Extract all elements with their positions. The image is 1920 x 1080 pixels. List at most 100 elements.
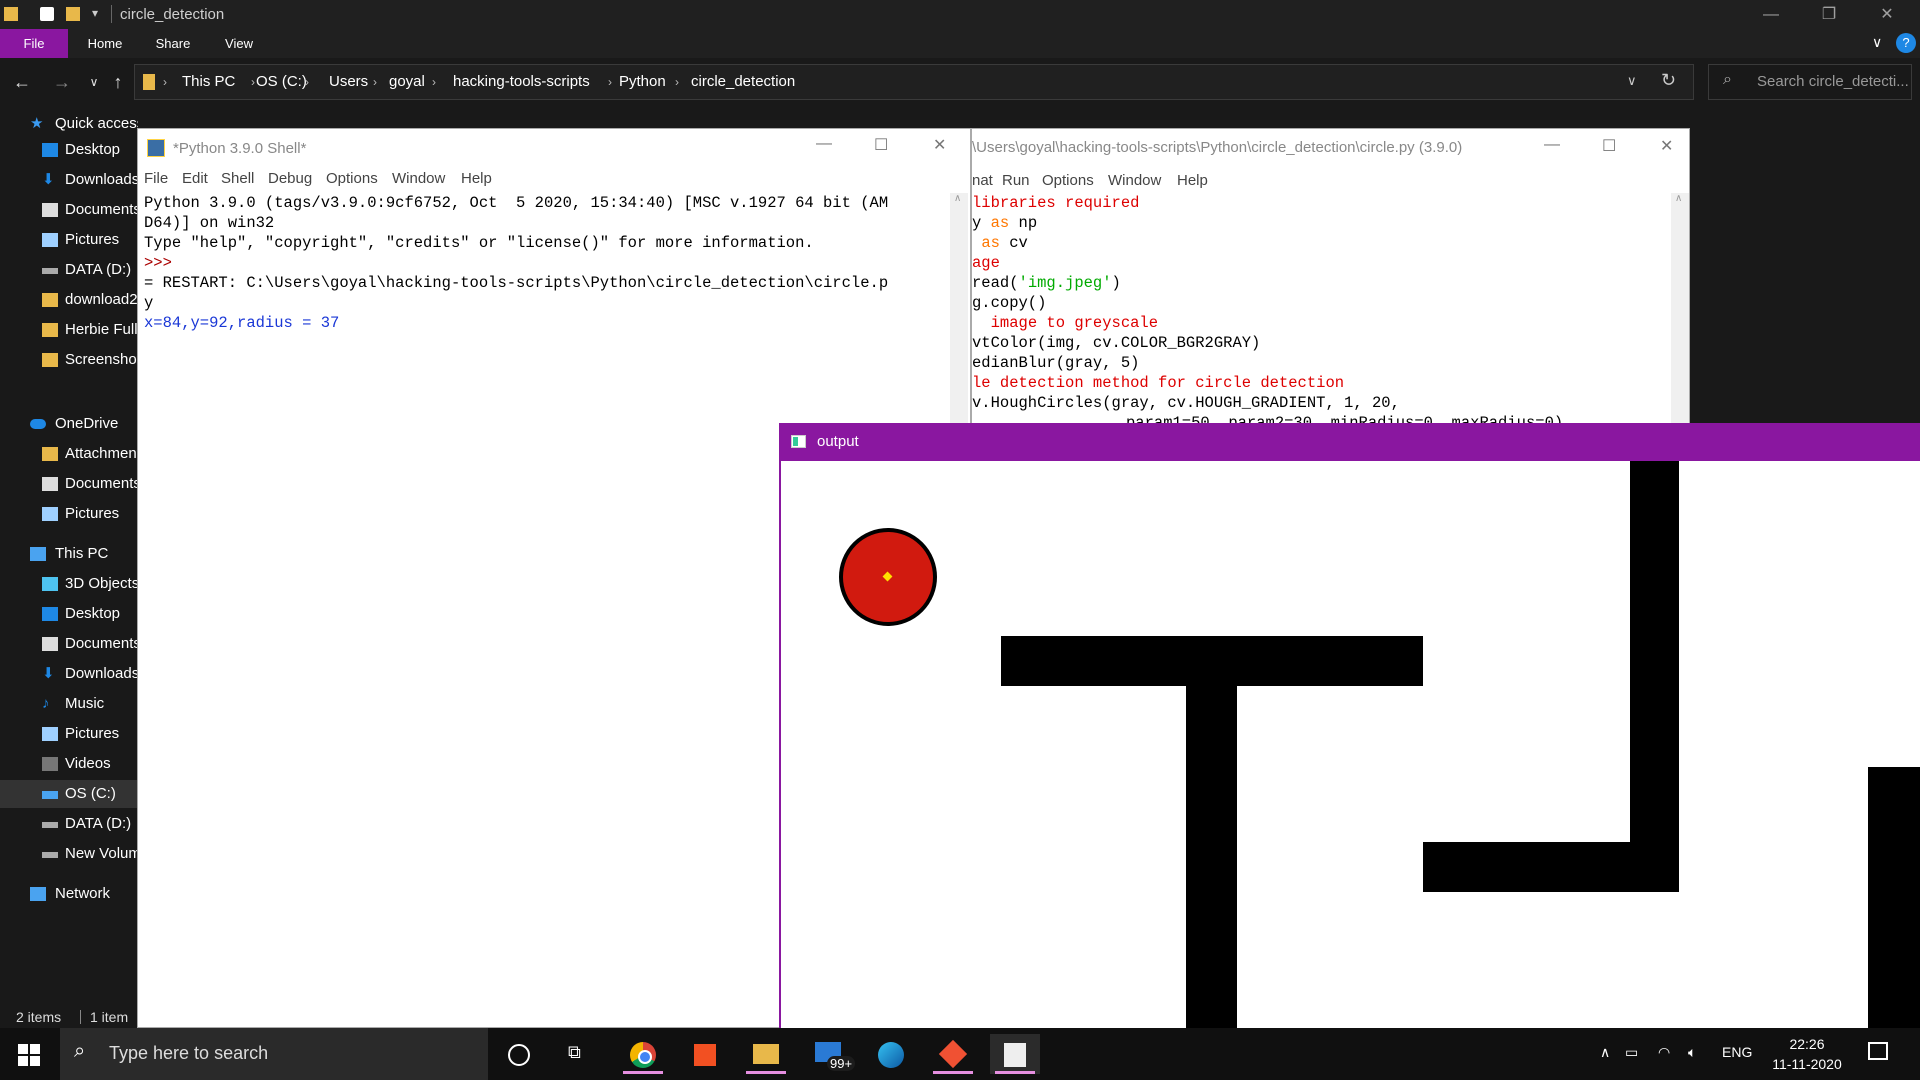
- nav-this-pc[interactable]: This PC: [0, 540, 138, 568]
- back-arrow-icon[interactable]: ←: [10, 70, 34, 94]
- git-gui-icon[interactable]: [928, 1034, 978, 1074]
- menu-run[interactable]: Run: [1002, 172, 1030, 189]
- forward-arrow-icon[interactable]: →: [50, 70, 74, 94]
- search-input[interactable]: ⌕ Search circle_detecti...: [1708, 64, 1912, 100]
- nav-pc-documents[interactable]: Documents: [0, 630, 138, 658]
- menu-file[interactable]: File: [144, 170, 168, 187]
- wifi-icon[interactable]: ◠: [1658, 1044, 1670, 1061]
- new-folder-icon[interactable]: [66, 7, 80, 21]
- windows-start-icon[interactable]: [18, 1044, 40, 1066]
- nav-desktop[interactable]: Desktop: [0, 136, 138, 164]
- close-button[interactable]: ✕: [1660, 136, 1673, 156]
- menu-help[interactable]: Help: [461, 170, 492, 187]
- tab-share[interactable]: Share: [140, 29, 206, 58]
- customize-qa-icon[interactable]: ▾: [92, 6, 98, 20]
- scroll-up-icon[interactable]: ∧: [1675, 193, 1682, 204]
- file-explorer-icon[interactable]: [741, 1034, 791, 1074]
- maximize-button[interactable]: ☐: [1602, 136, 1616, 156]
- store-icon[interactable]: [680, 1034, 730, 1074]
- nav-pc-downloads[interactable]: ⬇ Downloads: [0, 660, 138, 688]
- nav-documents[interactable]: Documents: [0, 196, 138, 224]
- show-hidden-icons-icon[interactable]: ∧: [1600, 1044, 1610, 1061]
- cortana-icon[interactable]: [508, 1044, 530, 1066]
- menu-window[interactable]: Window: [1108, 172, 1161, 189]
- nav-pc-desktop[interactable]: Desktop: [0, 600, 138, 628]
- maximize-button[interactable]: ☐: [874, 135, 888, 155]
- chevron-down-icon[interactable]: ∨: [1872, 34, 1882, 51]
- nav-new-volume[interactable]: New Volume: [0, 840, 138, 868]
- breadcrumb-users[interactable]: Users: [329, 65, 368, 99]
- nav-label: Pictures: [65, 725, 120, 742]
- menu-options[interactable]: Options: [326, 170, 378, 187]
- maze-wall: [1630, 461, 1679, 892]
- tab-view[interactable]: View: [206, 29, 272, 58]
- nav-3d-objects[interactable]: 3D Objects: [0, 570, 138, 598]
- breadcrumb-this-pc[interactable]: This PC: [182, 65, 235, 99]
- nav-od-pictures[interactable]: Pictures: [0, 500, 138, 528]
- code-line: image to greyscale: [972, 313, 1563, 333]
- nav-downloads[interactable]: ⬇ Downloads: [0, 166, 138, 194]
- close-button[interactable]: ✕: [1858, 0, 1916, 29]
- help-icon[interactable]: ?: [1896, 33, 1916, 53]
- nav-od-documents[interactable]: Documents: [0, 470, 138, 498]
- shell-output[interactable]: Python 3.9.0 (tags/v3.9.0:9cf6752, Oct 5…: [144, 193, 964, 333]
- nav-music[interactable]: ♪ Music: [0, 690, 138, 718]
- menu-options[interactable]: Options: [1042, 172, 1094, 189]
- chrome-icon[interactable]: [618, 1034, 668, 1074]
- breadcrumb-hacking-tools[interactable]: hacking-tools-scripts: [453, 65, 590, 99]
- minimize-button[interactable]: —: [816, 135, 832, 153]
- nav-pc-pictures[interactable]: Pictures: [0, 720, 138, 748]
- scrollbar[interactable]: ∧: [1671, 193, 1689, 423]
- nav-pc-data-d[interactable]: DATA (D:): [0, 810, 138, 838]
- close-button[interactable]: ✕: [933, 135, 946, 155]
- breadcrumb-python[interactable]: Python: [619, 65, 666, 99]
- tab-file[interactable]: File: [0, 29, 68, 58]
- refresh-icon[interactable]: ↻: [1661, 70, 1676, 91]
- nav-network[interactable]: Network: [0, 880, 138, 908]
- code-line: y as np: [972, 213, 1563, 233]
- menu-window[interactable]: Window: [392, 170, 445, 187]
- address-bar[interactable]: › This PC › OS (C:) › Users › goyal › ha…: [134, 64, 1694, 100]
- separator-icon: ›: [608, 75, 612, 89]
- taskbar-search-input[interactable]: ⌕ Type here to search: [60, 1028, 488, 1080]
- up-arrow-icon[interactable]: ↑: [106, 70, 130, 94]
- menu-debug[interactable]: Debug: [268, 170, 312, 187]
- restore-button[interactable]: ❐: [1800, 0, 1858, 29]
- nav-attachments[interactable]: Attachments: [0, 440, 138, 468]
- menu-edit[interactable]: Edit: [182, 170, 208, 187]
- action-center-icon[interactable]: [1868, 1042, 1888, 1060]
- nav-os-c[interactable]: OS (C:): [0, 780, 138, 808]
- nav-pictures[interactable]: Pictures: [0, 226, 138, 254]
- nav-videos[interactable]: Videos: [0, 750, 138, 778]
- mail-icon[interactable]: 99+: [805, 1034, 856, 1074]
- nav-herbie[interactable]: Herbie Full: [0, 316, 138, 344]
- nav-quick-access[interactable]: ★ Quick access: [0, 110, 138, 138]
- nav-onedrive[interactable]: OneDrive: [0, 410, 138, 438]
- menu-format[interactable]: nat: [972, 172, 993, 189]
- python-idle-icon[interactable]: [990, 1034, 1040, 1074]
- edge-icon[interactable]: [866, 1034, 916, 1074]
- volume-icon[interactable]: 🔈︎: [1688, 1044, 1696, 1061]
- nav-label: Music: [65, 695, 105, 712]
- clock[interactable]: 22:26 11-11-2020: [1772, 1034, 1842, 1074]
- recent-locations-icon[interactable]: ∨: [82, 70, 106, 94]
- star-icon: ★: [30, 115, 44, 132]
- nav-download2[interactable]: download2: [0, 286, 138, 314]
- breadcrumb-circle-detection[interactable]: circle_detection: [691, 65, 795, 99]
- battery-icon[interactable]: ▭: [1625, 1044, 1638, 1061]
- minimize-button[interactable]: —: [1544, 136, 1560, 154]
- language-indicator[interactable]: ENG: [1722, 1044, 1752, 1060]
- code-area[interactable]: libraries required y as np as cv age read('…: [972, 193, 1563, 423]
- task-view-icon[interactable]: ⧉: [568, 1042, 590, 1064]
- nav-data-d[interactable]: DATA (D:): [0, 256, 138, 284]
- scroll-up-icon[interactable]: ∧: [954, 193, 961, 204]
- breadcrumb-os-c[interactable]: OS (C:): [256, 65, 307, 99]
- minimize-button[interactable]: —: [1742, 0, 1800, 29]
- tab-home[interactable]: Home: [72, 29, 138, 58]
- menu-shell[interactable]: Shell: [221, 170, 254, 187]
- chevron-down-icon[interactable]: ∨: [1627, 73, 1637, 89]
- menu-help[interactable]: Help: [1177, 172, 1208, 189]
- nav-screenshots[interactable]: Screenshots: [0, 346, 138, 374]
- properties-icon[interactable]: [40, 7, 54, 21]
- breadcrumb-goyal[interactable]: goyal: [389, 65, 425, 99]
